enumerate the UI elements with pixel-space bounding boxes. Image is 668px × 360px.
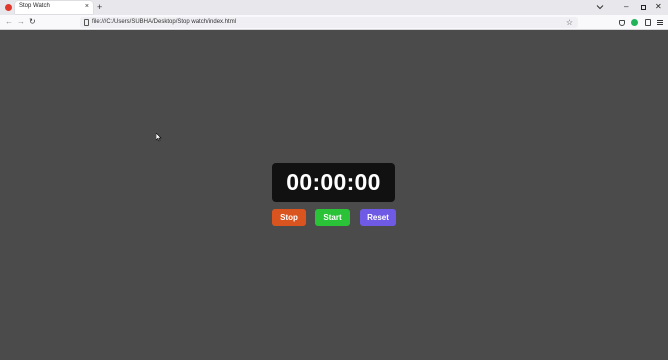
page-icon: [84, 19, 89, 26]
time-readout: 00:00:00: [286, 169, 381, 195]
forward-arrow-icon[interactable]: →: [17, 17, 25, 27]
reset-button[interactable]: Reset: [360, 209, 396, 226]
chevron-down-icon[interactable]: [596, 3, 604, 11]
reload-icon[interactable]: ↻: [29, 17, 36, 27]
tab-title: Stop Watch: [19, 3, 50, 9]
minimize-icon[interactable]: –: [624, 1, 628, 13]
stopwatch-display: 00:00:00: [272, 163, 395, 202]
address-bar[interactable]: file:///C:/Users/SUBHA/Desktop/Stop watc…: [80, 17, 578, 28]
tab-bar: Stop Watch × + – ✕: [0, 0, 668, 15]
new-tab-icon[interactable]: +: [97, 1, 102, 13]
back-arrow-icon[interactable]: ←: [5, 17, 13, 27]
tab-close-icon[interactable]: ×: [85, 2, 89, 12]
restore-icon[interactable]: [641, 5, 646, 10]
navigation-bar: ← → ↻ file:///C:/Users/SUBHA/Desktop/Sto…: [0, 15, 668, 30]
pocket-icon[interactable]: [619, 20, 625, 26]
start-button[interactable]: Start: [315, 209, 350, 226]
stop-button[interactable]: Stop: [272, 209, 306, 226]
bookmark-star-icon[interactable]: ☆: [566, 17, 573, 28]
tab-stop-watch[interactable]: Stop Watch ×: [15, 1, 93, 14]
mouse-cursor-icon: [156, 133, 162, 142]
menu-icon[interactable]: [657, 20, 663, 25]
browser-app-icon: [5, 4, 12, 11]
account-icon[interactable]: [631, 19, 638, 26]
url-text[interactable]: file:///C:/Users/SUBHA/Desktop/Stop watc…: [92, 19, 236, 25]
extensions-icon[interactable]: [645, 19, 651, 26]
window-close-icon[interactable]: ✕: [655, 1, 662, 13]
